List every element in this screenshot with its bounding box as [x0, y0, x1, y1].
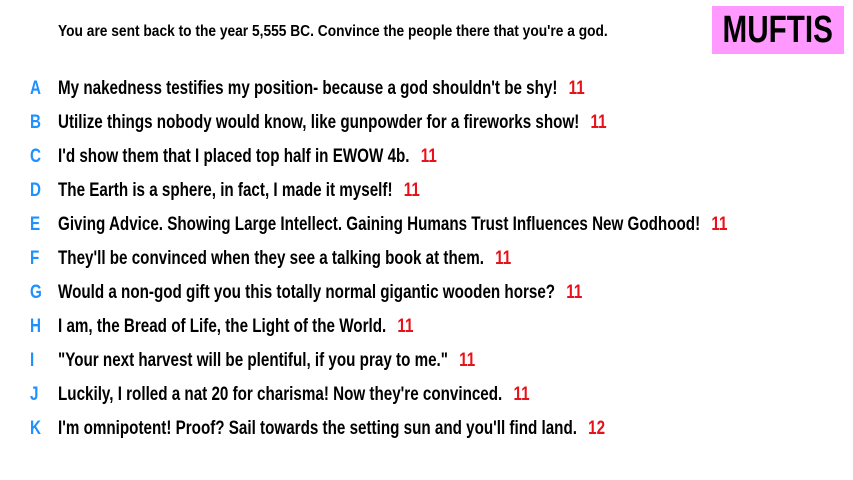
entry-text: Would a non-god gift you this totally no… — [58, 282, 556, 303]
list-item: B Utilize things nobody would know, like… — [0, 110, 853, 136]
list-item: G Would a non-god gift you this totally … — [0, 280, 853, 306]
prompt-text: You are sent back to the year 5,555 BC. … — [58, 23, 608, 40]
muftis-badge: MUFTIS — [712, 6, 844, 54]
entry-letter: G — [30, 282, 42, 303]
entry-line: The Earth is a sphere, in fact, I made i… — [58, 178, 420, 204]
entry-letter: F — [30, 248, 40, 269]
entry-line: Would a non-god gift you this totally no… — [58, 280, 582, 306]
entry-score: 11 — [590, 112, 607, 133]
entry-line: Luckily, I rolled a nat 20 for charisma!… — [58, 382, 530, 408]
entry-text: "Your next harvest will be plentiful, if… — [58, 350, 448, 371]
list-item: D The Earth is a sphere, in fact, I made… — [0, 178, 853, 204]
entry-score: 11 — [420, 146, 437, 167]
entry-letter: D — [30, 180, 41, 201]
entry-letter: K — [30, 418, 41, 439]
list-item: A My nakedness testifies my position- be… — [0, 76, 853, 102]
entry-text: I'd show them that I placed top half in … — [58, 146, 410, 167]
entry-line: I'd show them that I placed top half in … — [58, 144, 437, 170]
list-item: I "Your next harvest will be plentiful, … — [0, 348, 853, 374]
entry-text: They'll be convinced when they see a tal… — [58, 248, 484, 269]
entry-text: My nakedness testifies my position- beca… — [58, 78, 558, 99]
entry-text: I'm omnipotent! Proof? Sail towards the … — [58, 418, 577, 439]
entry-text: Giving Advice. Showing Large Intellect. … — [58, 214, 701, 235]
entry-score: 11 — [459, 350, 476, 371]
entry-letter: I — [30, 350, 35, 371]
entry-score: 11 — [711, 214, 728, 235]
entry-score: 11 — [566, 282, 583, 303]
list-item: H I am, the Bread of Life, the Light of … — [0, 314, 853, 340]
list-item: F They'll be convinced when they see a t… — [0, 246, 853, 272]
entry-score: 11 — [403, 180, 420, 201]
list-item: C I'd show them that I placed top half i… — [0, 144, 853, 170]
entry-line: My nakedness testifies my position- beca… — [58, 76, 585, 102]
entry-score: 12 — [588, 418, 606, 439]
entry-letter: E — [30, 214, 41, 235]
entry-score: 11 — [397, 316, 414, 337]
list-item: K I'm omnipotent! Proof? Sail towards th… — [0, 416, 853, 442]
entry-line: Utilize things nobody would know, like g… — [58, 110, 607, 136]
entry-line: They'll be convinced when they see a tal… — [58, 246, 511, 272]
entry-letter: C — [30, 146, 41, 167]
entry-letter: J — [30, 384, 39, 405]
entry-line: I'm omnipotent! Proof? Sail towards the … — [58, 416, 605, 442]
entry-line: Giving Advice. Showing Large Intellect. … — [58, 212, 727, 238]
entry-line: I am, the Bread of Life, the Light of th… — [58, 314, 413, 340]
entry-letter: H — [30, 316, 41, 337]
entry-text: I am, the Bread of Life, the Light of th… — [58, 316, 387, 337]
list-item: J Luckily, I rolled a nat 20 for charism… — [0, 382, 853, 408]
entry-letter: A — [30, 78, 41, 99]
entry-line: "Your next harvest will be plentiful, if… — [58, 348, 475, 374]
entry-score: 11 — [513, 384, 530, 405]
entry-text: Utilize things nobody would know, like g… — [58, 112, 580, 133]
entry-letter: B — [30, 112, 41, 133]
entry-text: Luckily, I rolled a nat 20 for charisma!… — [58, 384, 503, 405]
entry-text: The Earth is a sphere, in fact, I made i… — [58, 180, 393, 201]
list-item: E Giving Advice. Showing Large Intellect… — [0, 212, 853, 238]
entry-score: 11 — [495, 248, 512, 269]
badge-label: MUFTIS — [722, 9, 834, 51]
entry-score: 11 — [568, 78, 585, 99]
